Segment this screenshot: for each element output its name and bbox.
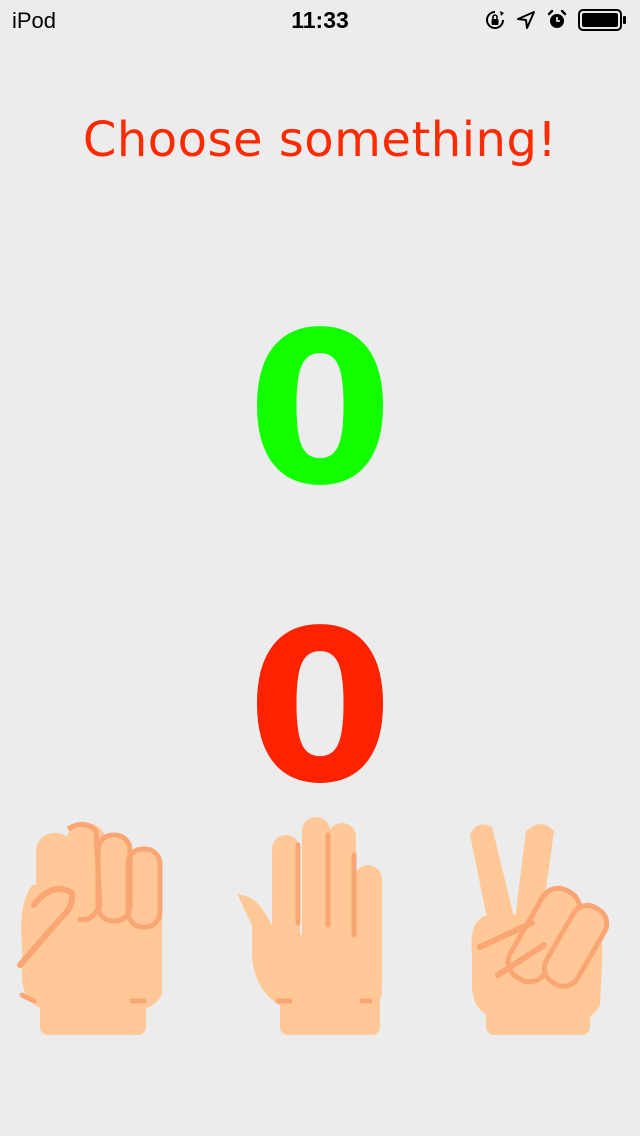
scissors-hand-icon <box>470 824 610 1035</box>
game-title: Choose something! <box>82 112 558 168</box>
scissors-button[interactable] <box>462 815 622 1040</box>
rock-fist-icon <box>17 822 163 1035</box>
alarm-icon <box>546 9 568 31</box>
status-icons <box>484 8 628 32</box>
game-screen: iPod 11:33 Choose something! 0 0 <box>0 0 640 1136</box>
paper-hand-icon <box>237 817 382 1035</box>
orientation-lock-icon <box>484 9 506 31</box>
battery-icon <box>578 8 628 32</box>
rock-button[interactable] <box>12 815 172 1040</box>
location-arrow-icon <box>516 10 536 30</box>
computer-score: 0 <box>246 585 394 830</box>
player-score: 0 <box>246 287 394 532</box>
paper-button[interactable] <box>230 815 390 1040</box>
status-bar: iPod 11:33 <box>0 0 640 40</box>
